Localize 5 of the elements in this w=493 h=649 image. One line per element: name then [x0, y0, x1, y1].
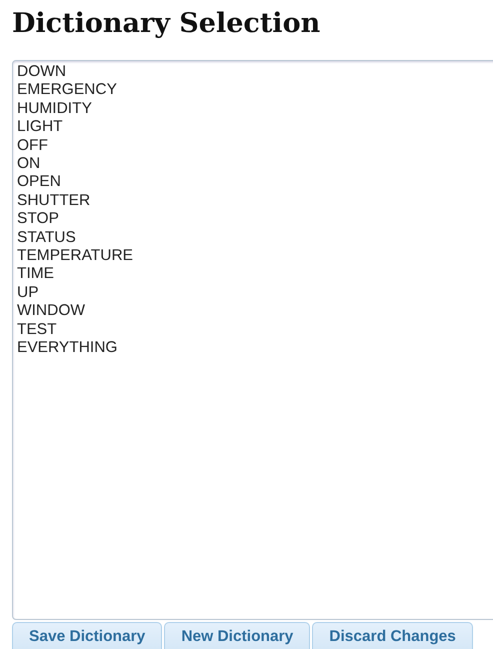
page-title: Dictionary Selection	[12, 7, 322, 41]
dictionary-button[interactable]: New Dictionary	[164, 622, 310, 649]
dictionary-button[interactable]: Discard Changes	[312, 622, 473, 649]
text-area[interactable]: DOWN EMERGENCY HUMIDITY LIGHT OFF ON OPEN SHUTTER STOP STATUS TEMPERATURE TIME UP WINDOW TEST EVERYTHING	[12, 60, 493, 620]
dictionary-button[interactable]: Save Dictionary	[12, 622, 162, 649]
